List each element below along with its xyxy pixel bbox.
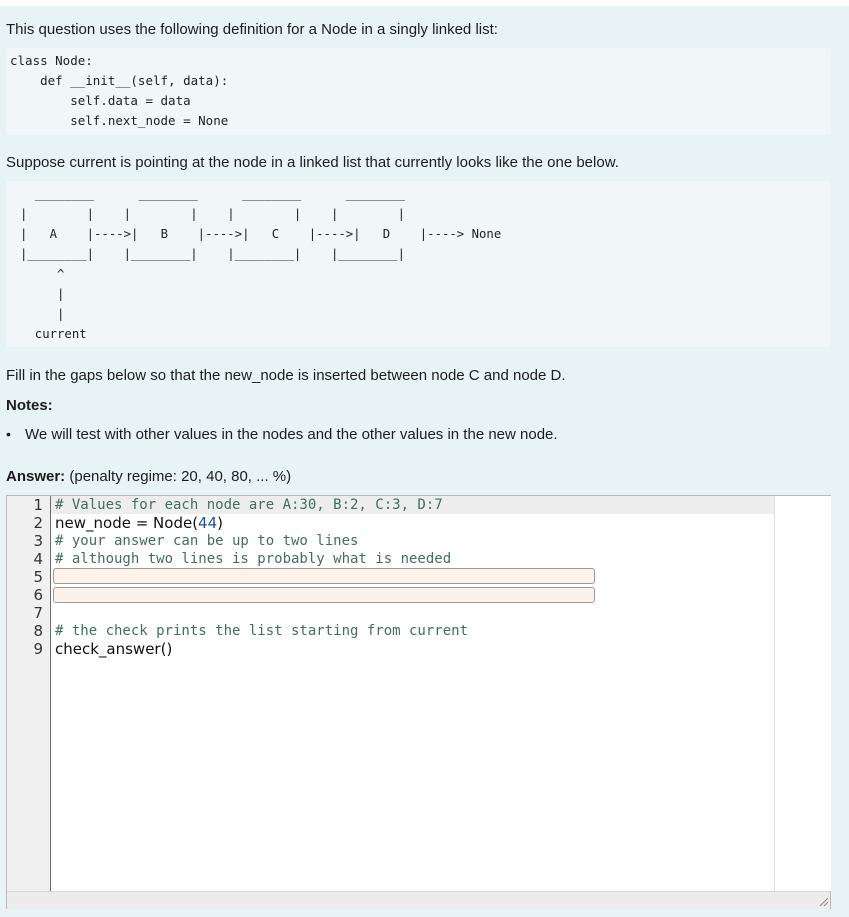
line-number-gutter: 1 2 3 4 5 6 7 8 9 [7, 496, 51, 891]
code-text: ) [217, 514, 223, 532]
class-code: class Node: def __init__(self, data): se… [10, 53, 229, 128]
penalty-regime: (penalty regime: 20, 40, 80, ... %) [69, 468, 292, 485]
line-number: 4 [33, 550, 43, 568]
answer-label: Answer: [6, 468, 66, 485]
notes-list: • We will test with other values in the n… [6, 425, 558, 444]
intro-text: This question uses the following definit… [6, 21, 498, 38]
editor-bottom-bar [7, 891, 830, 909]
resize-handle-icon[interactable] [819, 897, 828, 906]
class-code-block: class Node: def __init__(self, data): se… [6, 48, 831, 135]
fill-in-text: Fill in the gaps below so that the new_n… [6, 367, 566, 384]
answer-editor[interactable]: 1 2 3 4 5 6 7 8 9 # Values for each node… [6, 495, 831, 909]
code-line-1: # Values for each node are A:30, B:2, C:… [55, 497, 443, 513]
linked-list-diagram: ________ ________ ________ ________ | | … [20, 187, 502, 341]
code-line-8: # the check prints the list starting fro… [55, 623, 469, 639]
editor-margin [774, 496, 831, 891]
line-number: 9 [33, 640, 43, 658]
code-number: 44 [198, 514, 218, 532]
answer-label-row: Answer: (penalty regime: 20, 40, 80, ...… [6, 468, 291, 486]
note-item: We will test with other values in the no… [25, 426, 558, 443]
line-number: 7 [33, 604, 43, 622]
code-line-2: new_node = Node(44) [55, 514, 468, 532]
code-line-4: # although two lines is probably what is… [55, 551, 452, 567]
gap-input-2[interactable] [53, 587, 595, 603]
line-number: 6 [33, 586, 43, 604]
line-number: 1 [33, 496, 43, 514]
line-number: 8 [33, 622, 43, 640]
bullet-icon: • [6, 426, 11, 442]
code-text: new_node = Node( [55, 514, 199, 532]
line-number: 5 [33, 568, 43, 586]
linked-list-diagram-block: ________ ________ ________ ________ | | … [6, 181, 831, 347]
gap-input-1[interactable] [53, 568, 595, 584]
line-number: 2 [33, 514, 43, 532]
notes-heading: Notes: [6, 397, 53, 414]
suppose-text: Suppose current is pointing at the node … [6, 154, 619, 171]
code-line-3: # your answer can be up to two lines [55, 533, 359, 549]
line-number: 3 [33, 532, 43, 550]
code-line-9: check_answer() [55, 640, 173, 658]
